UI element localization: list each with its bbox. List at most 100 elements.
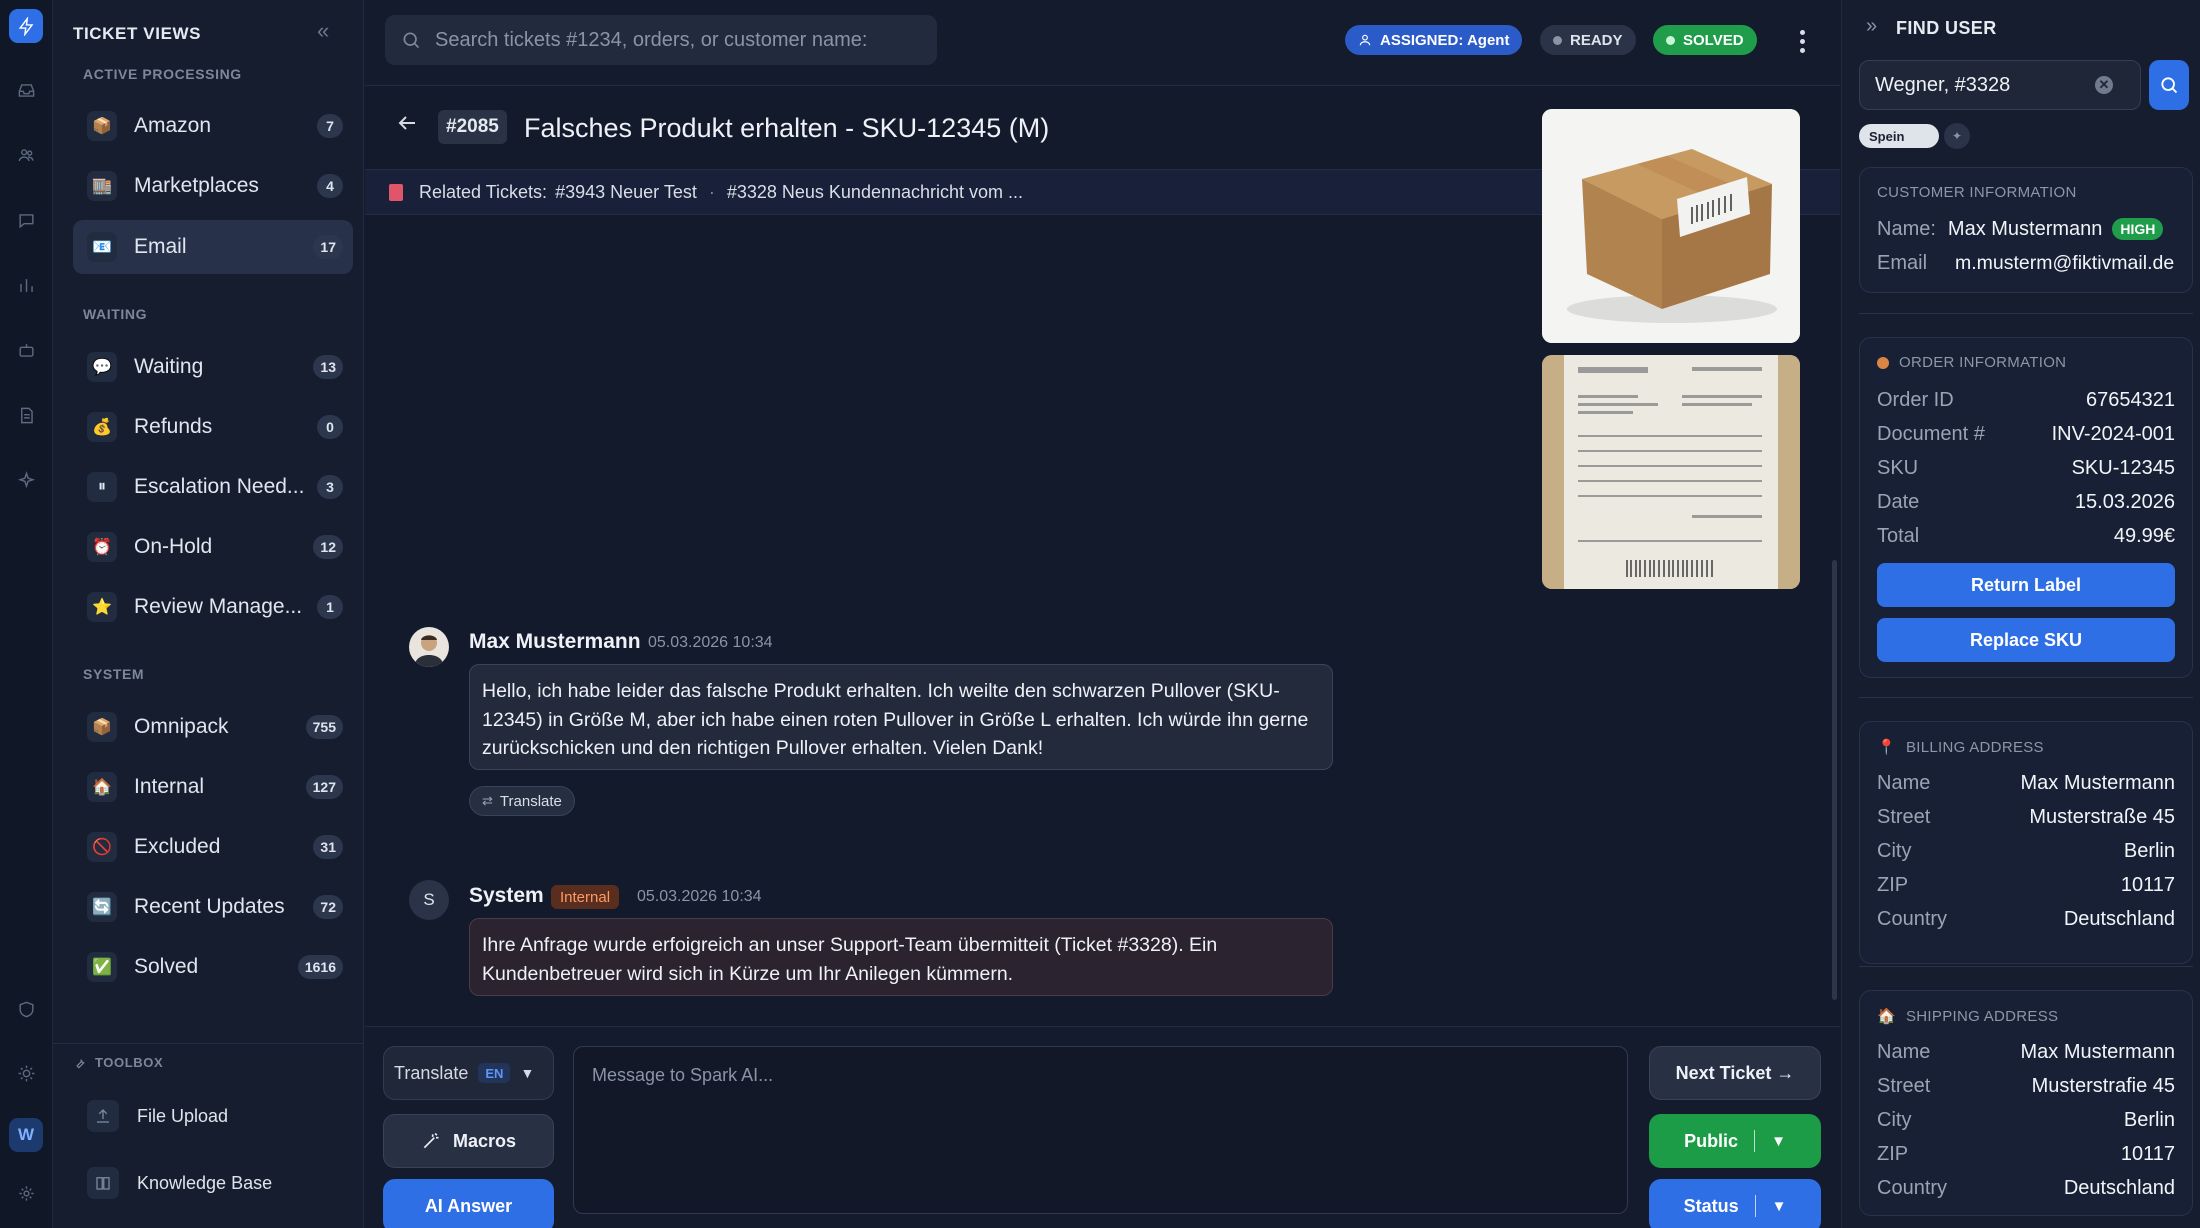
macros-button[interactable]: Macros [383,1114,554,1168]
find-user-search-button[interactable] [2149,60,2189,110]
toolbox-item-label: Knowledge Base [137,1172,273,1193]
expand-icon[interactable]: » [1866,15,1877,38]
find-user-input[interactable] [1875,73,2095,97]
house-icon: 🏠 [87,772,117,802]
ai-answer-button[interactable]: AI Answer [383,1179,554,1228]
attachment-invoice-photo[interactable] [1542,355,1800,589]
customer-panel: » FIND USER ✕ Spein ✦ CUSTOMER INFORMATI… [1841,0,2200,1228]
dropdown-arrow-icon[interactable]: ▼ [1771,1133,1786,1150]
section-waiting: WAITING [83,306,148,322]
filter-chip[interactable]: Spein [1859,124,1939,148]
settings-icon[interactable] [9,1176,43,1210]
customer-email[interactable]: m.musterm@fiktivmail.de [1955,252,2174,275]
row-value: 67654321 [2086,388,2175,411]
sparkle-icon[interactable] [9,463,43,497]
collapse-icon[interactable]: « [317,20,341,44]
sparkle-icon[interactable]: ✦ [1944,123,1970,149]
sidebar-item-amazon[interactable]: 📦 Amazon 7 [73,99,353,153]
row-label: Order ID [1877,388,1954,411]
solved-status-pill[interactable]: SOLVED [1653,25,1757,55]
assigned-label: ASSIGNED: Agent [1380,31,1510,49]
sidebar-item-review-management[interactable]: ⭐ Review Manage... 1 [73,580,353,634]
attachment-package-photo[interactable] [1542,109,1800,343]
user-avatar[interactable]: W [9,1118,43,1152]
sidebar-item-on-hold[interactable]: ⏰ On-Hold 12 [73,520,353,574]
more-options-icon[interactable] [1790,25,1814,57]
system-message-bubble: Ihre Anfrage wurde erfoigreich an unser … [469,918,1333,996]
order-row: Document # INV-2024-001 [1877,420,2175,448]
related-ticket-link[interactable]: #3328 Neus Kundennachricht vom ... [727,182,1023,203]
shipping-row: Country Deutschland [1877,1174,2175,1202]
dropdown-arrow-icon[interactable]: ▼ [1772,1198,1787,1215]
translate-message-button[interactable]: ⇄ Translate [469,786,575,816]
section-active-processing: ACTIVE PROCESSING [83,66,242,82]
sidebar-item-excluded[interactable]: 🚫 Excluded 31 [73,820,353,874]
count-badge: 7 [317,114,343,138]
replace-sku-button[interactable]: Replace SKU [1877,618,2175,662]
row-label: City [1877,839,1912,862]
sidebar-item-escalation[interactable]: ⏸ Escalation Need... 3 [73,460,353,514]
sidebar-item-label: Amazon [134,114,212,137]
shipping-row: ZIP 10117 [1877,1140,2175,1168]
inbox-icon[interactable] [9,73,43,107]
chat-icon[interactable] [9,203,43,237]
sidebar-item-label: Waiting [134,355,204,378]
bolt-icon[interactable] [9,9,43,43]
card-title: 🏠 SHIPPING ADDRESS [1877,1007,2058,1026]
sidebar-item-omnipack[interactable]: 📦 Omnipack 755 [73,700,353,754]
bot-icon[interactable] [9,333,43,367]
status-button[interactable]: Status ▼ [1649,1179,1821,1228]
assigned-status-pill[interactable]: ASSIGNED: Agent [1345,25,1523,55]
search-input[interactable] [435,28,915,52]
users-icon[interactable] [9,138,43,172]
invoice-image [1542,355,1800,589]
next-ticket-button[interactable]: Next Ticket → [1649,1046,1821,1100]
ready-label: READY [1570,31,1623,49]
back-arrow-icon[interactable] [395,111,423,139]
row-value: 10117 [2120,873,2175,896]
search-icon [2161,77,2178,94]
related-label: Related Tickets: [419,181,548,202]
message-author: Max Mustermann [469,630,641,653]
sidebar-item-internal[interactable]: 🏠 Internal 127 [73,760,353,814]
search-icon [403,32,420,49]
return-label-button[interactable]: Return Label [1877,563,2175,607]
card-title: ORDER INFORMATION [1877,354,2066,371]
sidebar-item-marketplaces[interactable]: 🏬 Marketplaces 4 [73,159,353,213]
sidebar-item-label: Recent Updates [134,895,285,918]
toolbox-knowledge-base[interactable]: Knowledge Base [73,1158,353,1208]
row-label: Date [1877,490,1920,513]
clear-icon[interactable]: ✕ [2095,76,2113,94]
customer-email-row: Email m.musterm@fiktivmail.de [1877,249,2175,277]
related-ticket-link[interactable]: #3943 Neuer Test [555,182,697,203]
sidebar-item-refunds[interactable]: 💰 Refunds 0 [73,400,353,454]
sidebar-item-solved[interactable]: ✅ Solved 1616 [73,940,353,994]
sidebar-item-email[interactable]: 📧 Email 17 [73,220,353,274]
public-reply-button[interactable]: Public ▼ [1649,1114,1821,1168]
shipping-row: Street Musterstrafie 45 [1877,1072,2175,1100]
document-icon[interactable] [9,398,43,432]
customer-avatar [409,627,449,667]
message-input[interactable] [573,1046,1628,1214]
section-divider [1859,313,2193,314]
shield-icon[interactable] [9,992,43,1026]
toolbox-file-upload[interactable]: File Upload [73,1091,353,1141]
toolbox-item-label: File Upload [137,1105,229,1126]
translate-dropdown[interactable]: Translate EN ▼ [383,1046,554,1100]
chart-icon[interactable] [9,268,43,302]
sidebar-item-waiting[interactable]: 💬 Waiting 13 [73,340,353,394]
sidebar-item-label: Review Manage... [134,595,303,618]
billing-row: Street Musterstraße 45 [1877,803,2175,831]
ready-status-pill[interactable]: READY [1540,25,1636,55]
customer-name: Max Mustermann [1947,217,2103,240]
magic-wand-icon [423,1132,439,1149]
row-label: Country [1877,907,1948,930]
status-dot [1553,35,1562,45]
macros-label: Macros [452,1130,517,1151]
conversation-scrollbar[interactable] [1832,560,1837,1000]
order-row: Total 49.99€ [1877,522,2175,550]
sidebar-item-recent-updates[interactable]: 🔄 Recent Updates 72 [73,880,353,934]
map-pin-icon: 📍 [1877,739,1896,756]
sun-icon[interactable] [9,1056,43,1090]
billing-row: Country Deutschland [1877,905,2175,933]
